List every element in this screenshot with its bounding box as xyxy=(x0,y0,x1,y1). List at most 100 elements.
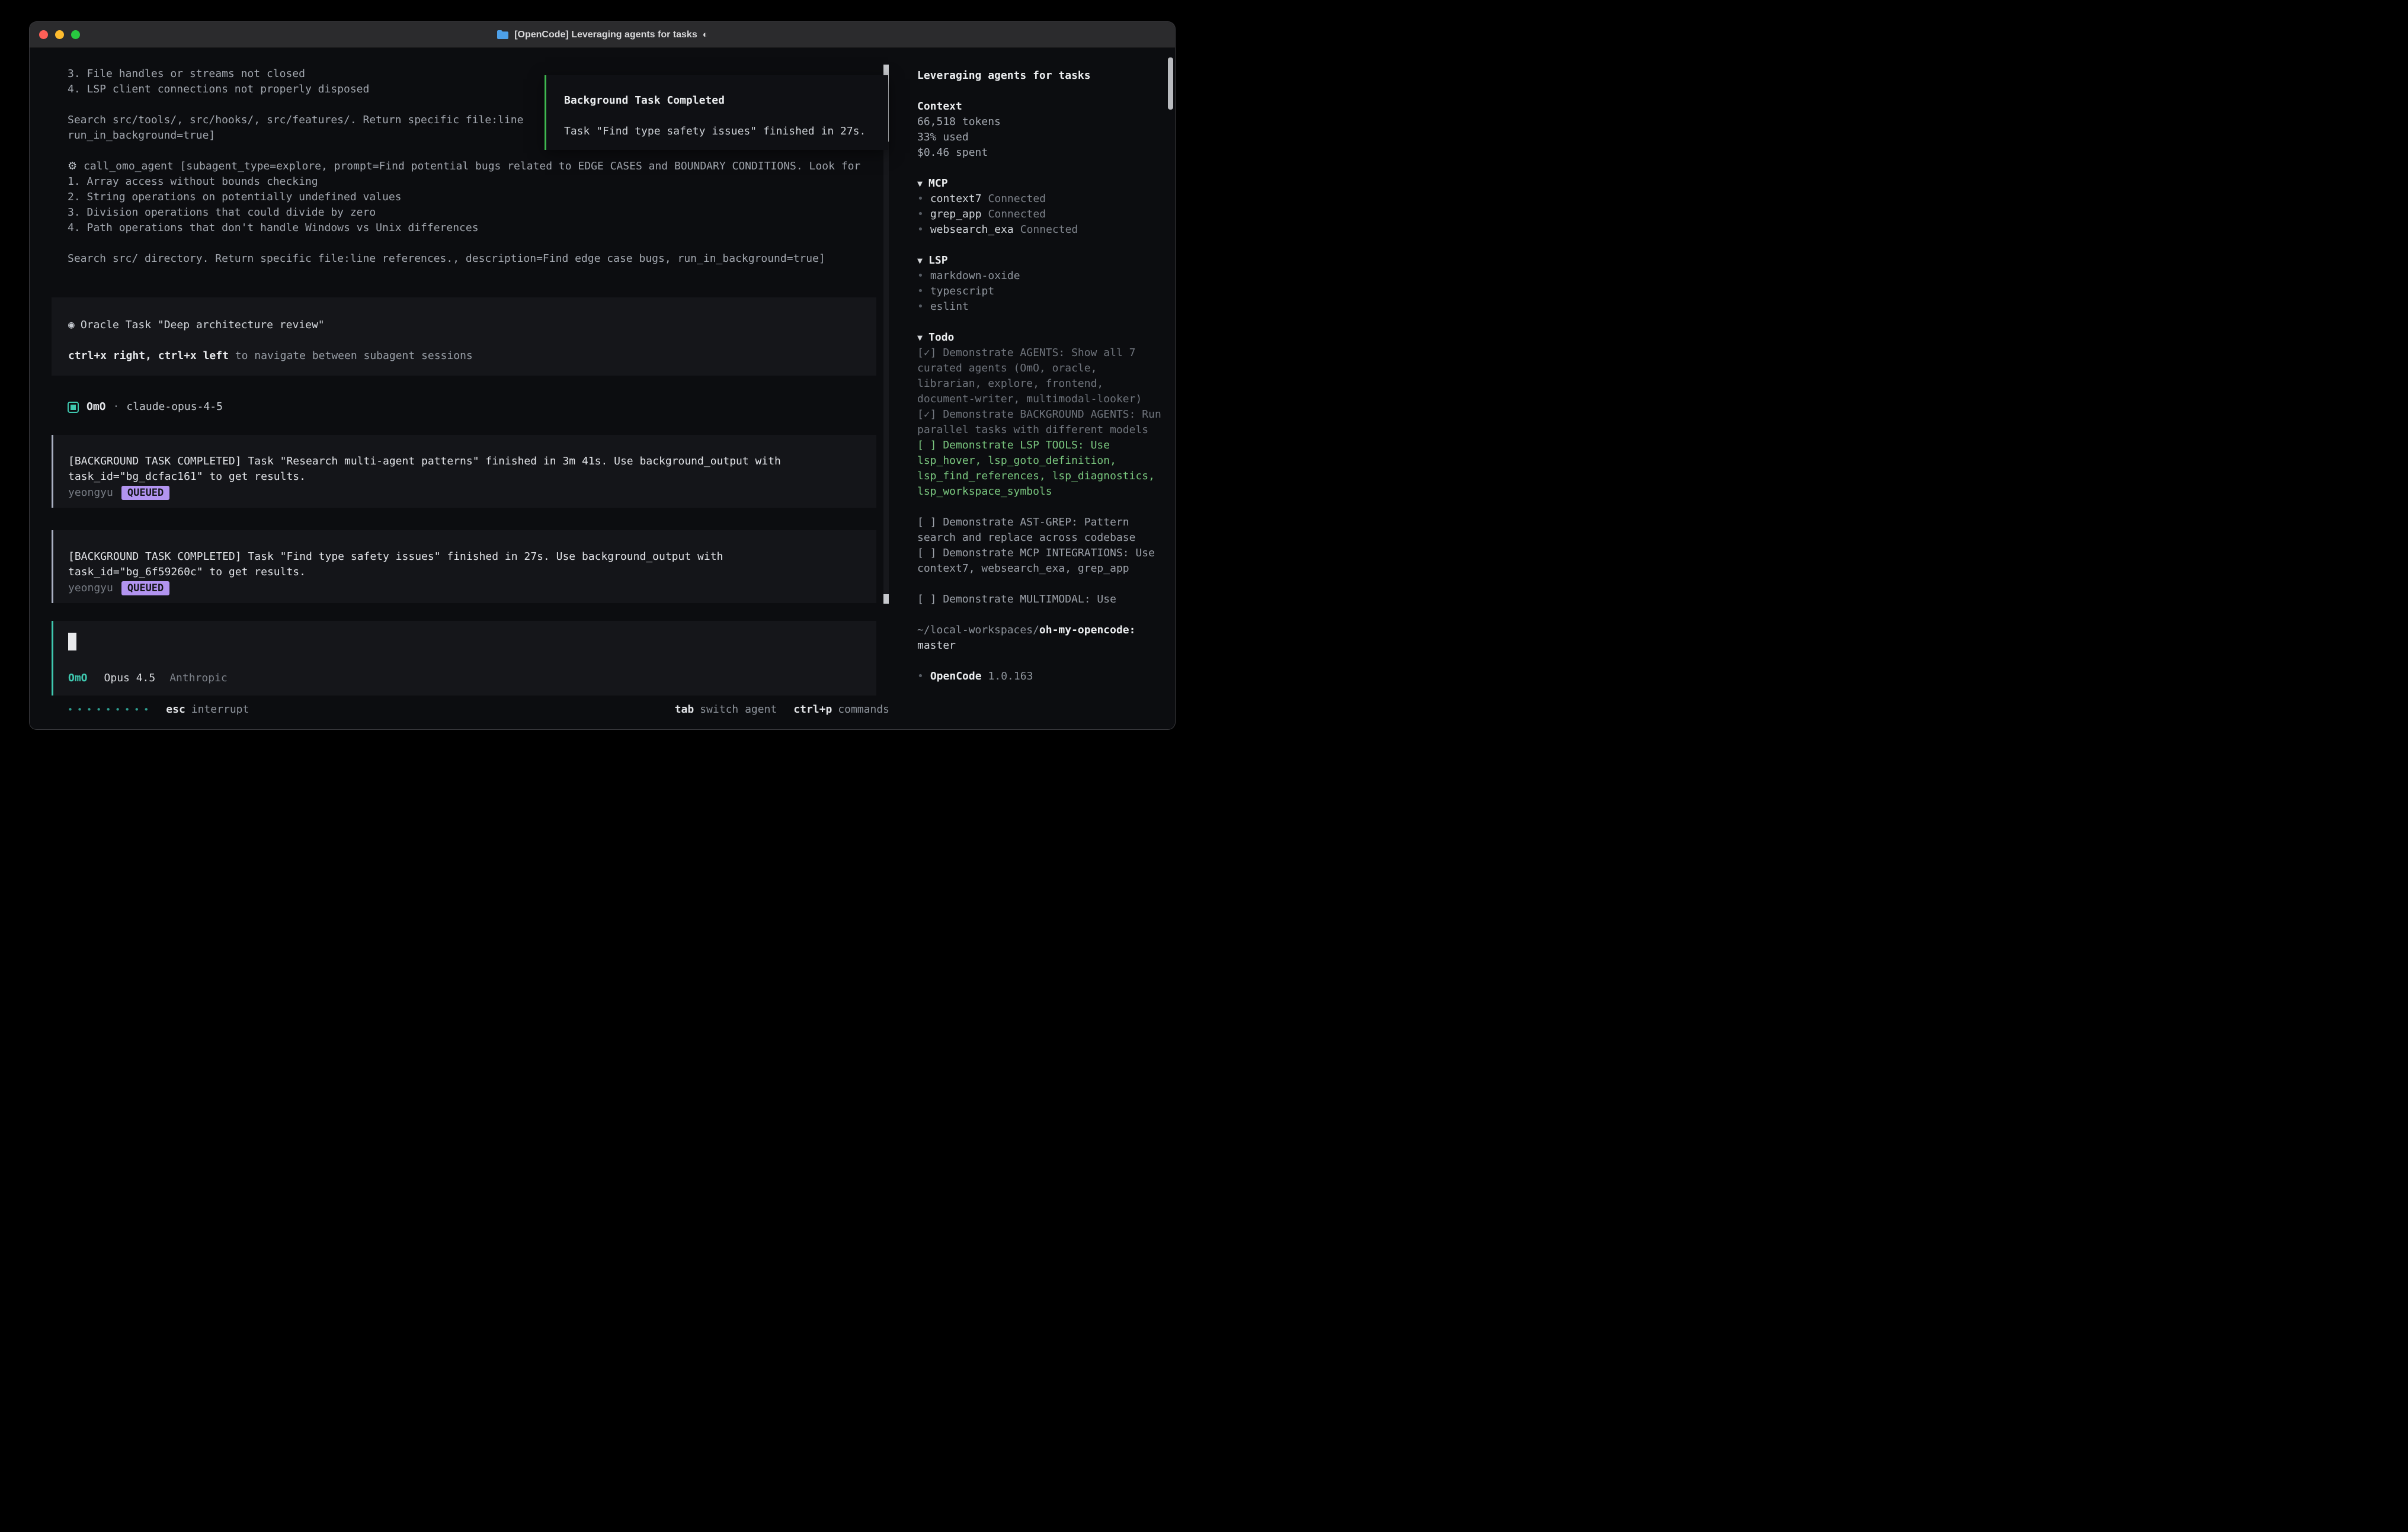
todo-item: [ ] Demonstrate LSP TOOLS: Use lsp_hover… xyxy=(917,438,1162,499)
terminal-main: 3. File handles or streams not closed 4.… xyxy=(30,48,905,729)
sidebar-scrollbar-thumb[interactable] xyxy=(1168,57,1173,110)
todo-item: [ ] Demonstrate MCP INTEGRATIONS: Use co… xyxy=(917,546,1162,576)
key-tab-label: switch agent xyxy=(700,703,777,716)
context-heading: Context xyxy=(917,99,1162,114)
close-button[interactable] xyxy=(39,30,48,39)
todo-item: [ ] Demonstrate MULTIMODAL: Use xyxy=(917,592,1162,607)
app-version-row: • OpenCode 1.0.163 xyxy=(917,669,1162,684)
mcp-name: context7 xyxy=(930,191,982,207)
todo-item: [✓] Demonstrate AGENTS: Show all 7 curat… xyxy=(917,345,1162,407)
mcp-name: grep_app xyxy=(930,207,982,222)
fisheye-icon: ◉ xyxy=(68,319,75,331)
todo-section-toggle[interactable]: ▼Todo xyxy=(917,330,1162,345)
hint-keys: ctrl+x right, ctrl+x left xyxy=(68,350,229,362)
lsp-name: markdown-oxide xyxy=(930,268,1020,284)
oracle-task-title-text: Oracle Task "Deep architecture review" xyxy=(81,319,325,331)
input-provider-name: Anthropic xyxy=(169,671,228,686)
bullet-icon: • xyxy=(917,207,924,222)
shortcut-switch-agent: tab switch agent xyxy=(675,703,777,716)
oracle-task-title: ◉ Oracle Task "Deep architecture review" xyxy=(68,318,860,333)
tool-call-text: call_omo_agent [subagent_type=explore, p… xyxy=(84,160,860,172)
tool-call-header: ⚙ call_omo_agent [subagent_type=explore,… xyxy=(52,159,876,174)
input-agent-name: OmO xyxy=(68,671,88,686)
omo-agent-icon xyxy=(68,402,79,413)
zoom-button[interactable] xyxy=(71,30,80,39)
message-meta: yeongyu QUEUED xyxy=(68,485,860,501)
queued-badge: QUEUED xyxy=(121,581,169,595)
tool-call-item: 3. Division operations that could divide… xyxy=(52,205,876,220)
agent-model: claude-opus-4-5 xyxy=(126,399,223,415)
workspace-branch: master xyxy=(917,639,956,652)
user-message: [BACKGROUND TASK COMPLETED] Task "Find t… xyxy=(52,530,876,603)
key-ctrl-p-label: commands xyxy=(838,703,889,716)
bullet-icon: • xyxy=(917,284,924,299)
bullet-icon: • xyxy=(917,222,924,238)
message-text: [BACKGROUND TASK COMPLETED] Task "Find t… xyxy=(68,549,860,565)
message-meta: yeongyu QUEUED xyxy=(68,580,860,596)
lsp-section-toggle[interactable]: ▼ LSP xyxy=(917,253,1162,268)
tool-call-item: 4. Path operations that don't handle Win… xyxy=(52,220,876,236)
lsp-name: typescript xyxy=(930,284,994,299)
gear-icon: ⚙ xyxy=(68,160,77,172)
mcp-status: Connected xyxy=(1020,222,1078,238)
message-text: task_id="bg_dcfac161" to get results. xyxy=(68,469,860,485)
message-text: [BACKGROUND TASK COMPLETED] Task "Resear… xyxy=(68,454,860,469)
lsp-item: • typescript xyxy=(917,284,1162,299)
background-task-notification: Background Task Completed Task "Find typ… xyxy=(545,75,888,150)
mcp-section-toggle[interactable]: ▼ MCP xyxy=(917,176,1162,191)
lsp-name: eslint xyxy=(930,299,969,315)
text-cursor xyxy=(68,633,76,650)
titlebar: [OpenCode] Leveraging agents for tasks ◐ xyxy=(30,22,1175,48)
tool-call-item: 1. Array access without bounds checking xyxy=(52,174,876,190)
message-author: yeongyu xyxy=(68,581,113,596)
key-ctrl-p: ctrl+p xyxy=(793,703,832,716)
key-esc-label: interrupt xyxy=(191,703,249,716)
input-model-name: Opus 4.5 xyxy=(104,671,156,686)
mcp-item: • websearch_exa Connected xyxy=(917,222,1162,238)
lsp-item: • eslint xyxy=(917,299,1162,315)
lsp-heading: LSP xyxy=(928,254,948,267)
mcp-name: websearch_exa xyxy=(930,222,1014,238)
chevron-down-icon: ▼ xyxy=(917,255,923,266)
mcp-status: Connected xyxy=(988,191,1046,207)
message-text: task_id="bg_6f59260c" to get results. xyxy=(68,565,860,580)
mcp-heading: MCP xyxy=(928,177,948,190)
workspace-path: ~/local-workspaces/oh-my-opencode: maste… xyxy=(917,623,1162,653)
shortcut-commands: ctrl+p commands xyxy=(793,703,889,716)
bullet-icon: • xyxy=(917,299,924,315)
mcp-status: Connected xyxy=(988,207,1046,222)
bullet-icon: • xyxy=(917,268,924,284)
shortcut-interrupt: esc interrupt xyxy=(166,703,249,716)
context-tokens: 66,518 tokens xyxy=(917,114,1162,130)
queued-badge: QUEUED xyxy=(121,486,169,500)
chevron-down-icon: ▼ xyxy=(917,178,923,189)
tool-call-item: 2. String operations on potentially unde… xyxy=(52,190,876,205)
notification-body: Task "Find type safety issues" finished … xyxy=(564,124,870,139)
chat-scrollbar-thumb-bottom[interactable] xyxy=(883,594,889,604)
session-indicator-icon: ◐ xyxy=(703,30,708,40)
session-sidebar: Leveraging agents for tasks Context 66,5… xyxy=(905,48,1175,729)
key-esc: esc xyxy=(166,703,185,716)
bullet-icon: • xyxy=(917,191,924,207)
traffic-lights xyxy=(39,22,80,47)
key-tab: tab xyxy=(675,703,694,716)
app-name: OpenCode xyxy=(930,669,982,684)
hint-text: to navigate between subagent sessions xyxy=(229,350,473,362)
bullet-icon: • xyxy=(917,669,924,684)
notification-title: Background Task Completed xyxy=(564,93,870,108)
prompt-input[interactable]: OmO Opus 4.5 Anthropic xyxy=(52,621,876,696)
folder-icon xyxy=(497,30,509,40)
todo-item: [ ] Demonstrate AST-GREP: Pattern search… xyxy=(917,515,1162,546)
tool-call-footer: Search src/ directory. Return specific f… xyxy=(52,251,876,267)
minimize-button[interactable] xyxy=(55,30,64,39)
mcp-item: • context7 Connected xyxy=(917,191,1162,207)
todo-heading: Todo xyxy=(928,331,954,344)
workspace-name: oh-my-opencode: xyxy=(1039,624,1136,636)
input-meta: OmO Opus 4.5 Anthropic xyxy=(68,671,860,686)
message-author: yeongyu xyxy=(68,485,113,501)
subagent-nav-hint: ctrl+x right, ctrl+x left to navigate be… xyxy=(68,348,860,364)
window-title-text: [OpenCode] Leveraging agents for tasks xyxy=(514,30,697,40)
window-title: [OpenCode] Leveraging agents for tasks ◐ xyxy=(497,30,708,40)
context-spent: $0.46 spent xyxy=(917,145,1162,161)
app-window: [OpenCode] Leveraging agents for tasks ◐… xyxy=(30,22,1175,729)
